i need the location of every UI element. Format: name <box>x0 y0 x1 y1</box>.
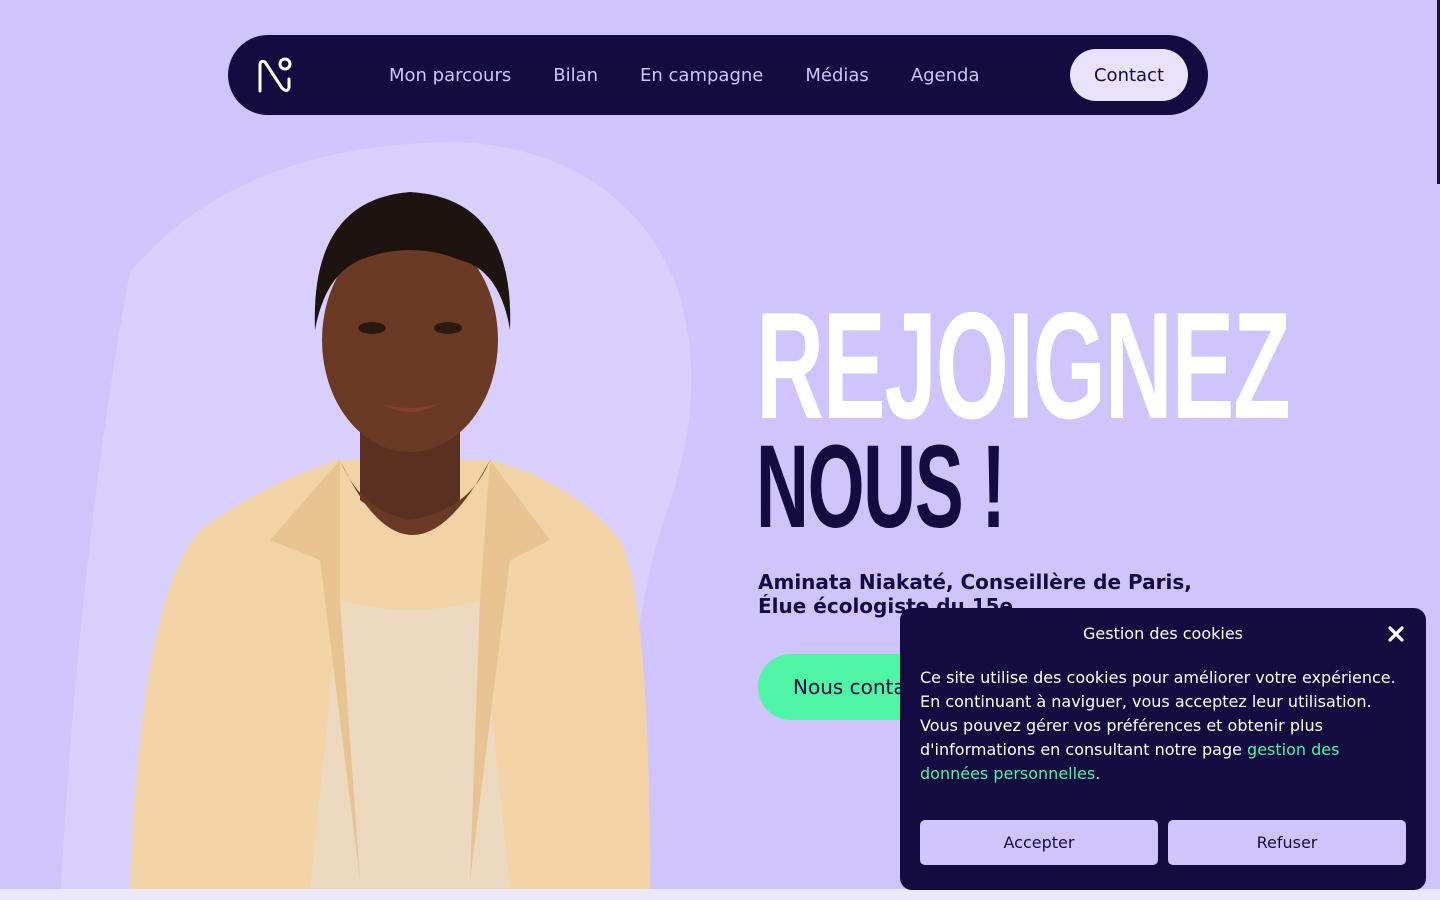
hero-subtitle-line1: Aminata Niakaté, Conseillère de Paris, <box>758 570 1192 594</box>
page-scrollbar[interactable] <box>1436 0 1440 900</box>
refuse-cookies-button[interactable]: Refuser <box>1168 820 1406 865</box>
cookie-actions: Accepter Refuser <box>920 820 1406 865</box>
main-navbar: Mon parcours Bilan En campagne Médias Ag… <box>228 35 1208 115</box>
close-icon[interactable] <box>1386 624 1406 644</box>
nav-link-en-campagne[interactable]: En campagne <box>640 65 763 86</box>
contact-button[interactable]: Contact <box>1070 49 1188 101</box>
cookie-dialog-title: Gestion des cookies <box>1083 624 1243 643</box>
nav-link-agenda[interactable]: Agenda <box>911 65 980 86</box>
candidate-portrait <box>130 192 650 890</box>
nav-link-medias[interactable]: Médias <box>805 65 868 86</box>
page-bottom-strip <box>0 889 1440 900</box>
hero-headline-line1: REJOIGNEZ <box>756 281 1291 451</box>
cookie-dialog-body: Ce site utilise des cookies pour amélior… <box>920 666 1410 786</box>
n-logo-icon[interactable] <box>256 55 296 95</box>
nav-link-bilan[interactable]: Bilan <box>553 65 598 86</box>
accept-cookies-button[interactable]: Accepter <box>920 820 1158 865</box>
nav-links: Mon parcours Bilan En campagne Médias Ag… <box>389 35 1022 115</box>
cookie-body-end: . <box>1095 764 1101 783</box>
hero-headline-line2: NOUS ! <box>756 421 1006 553</box>
nav-link-mon-parcours[interactable]: Mon parcours <box>389 65 511 86</box>
cookie-consent-dialog: Gestion des cookies Ce site utilise des … <box>900 608 1426 890</box>
